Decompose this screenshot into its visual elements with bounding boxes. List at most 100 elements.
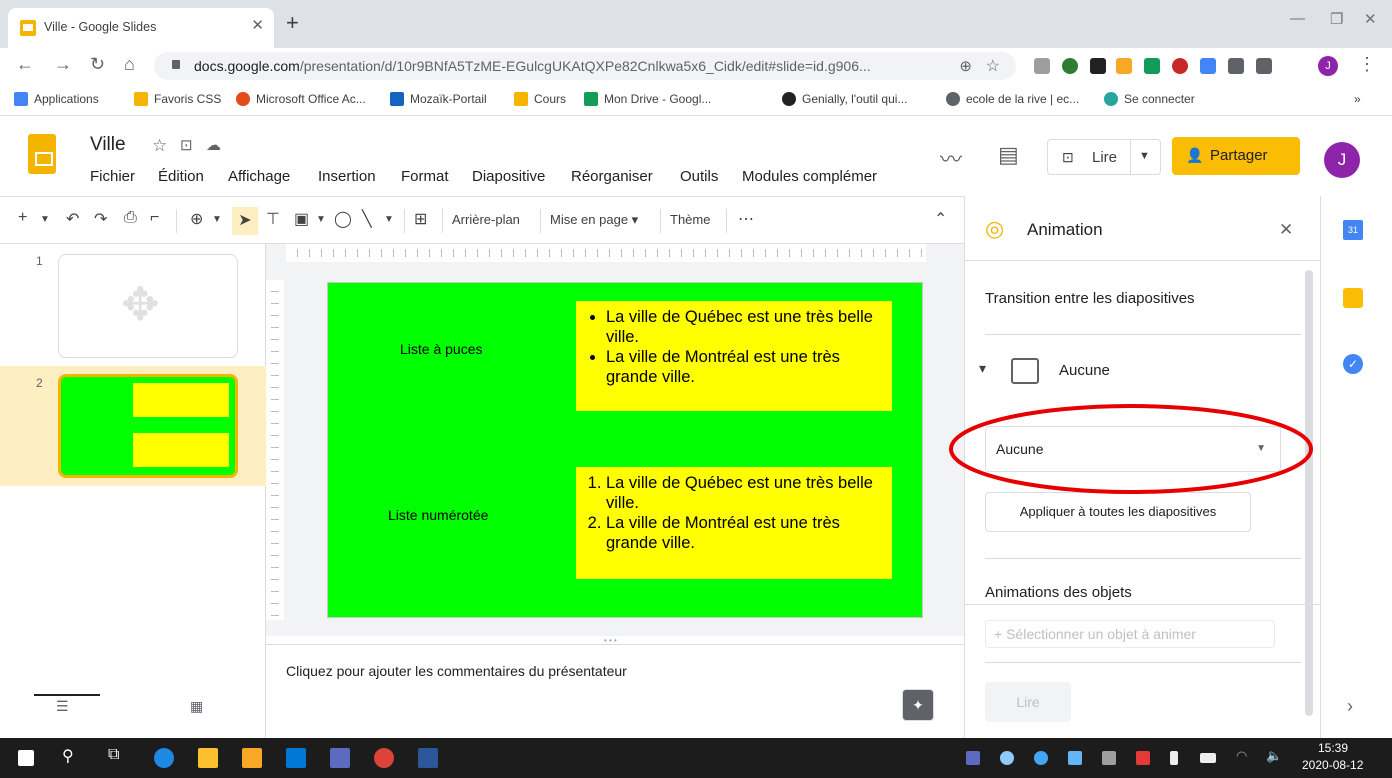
chrome-menu-icon[interactable]: ⋮ (1358, 54, 1376, 75)
slide-canvas[interactable]: Liste à puces La ville de Québec est une… (327, 282, 923, 618)
extension-icon[interactable] (1228, 58, 1244, 74)
microphone-icon[interactable] (1170, 751, 1178, 765)
bookmark-item[interactable]: Favoris CSS (134, 92, 221, 106)
address-bar[interactable]: docs.google.com/presentation/d/10r9BNfA5… (154, 52, 1016, 80)
image-icon[interactable]: ▣ (294, 209, 309, 229)
reload-icon[interactable]: ↻ (90, 54, 105, 75)
bookmark-item[interactable]: Se connecter (1104, 92, 1195, 106)
translate-icon[interactable] (1200, 58, 1216, 74)
bullet-list-textbox[interactable]: La ville de Québec est une très belle vi… (576, 301, 892, 411)
menu-outils[interactable]: Outils (680, 168, 718, 185)
extension-icon[interactable] (1090, 58, 1106, 74)
tray-icon[interactable] (1136, 751, 1150, 765)
menu-affichage[interactable]: Affichage (228, 168, 290, 185)
document-title[interactable]: Ville (90, 134, 126, 156)
cloud-status-icon[interactable]: ☁ (206, 136, 221, 154)
more-options-icon[interactable]: ⋯ (738, 209, 754, 229)
activity-trend-icon[interactable]: 〰 (940, 142, 962, 174)
expand-chevron-icon[interactable]: ▾ (979, 360, 986, 377)
clock-time[interactable]: 15:39 (1318, 741, 1348, 755)
restore-icon[interactable]: ❐ (1330, 10, 1343, 28)
battery-icon[interactable] (1200, 753, 1216, 763)
adblock-icon[interactable] (1172, 58, 1188, 74)
tray-icon[interactable] (1034, 751, 1048, 765)
move-folder-icon[interactable]: ⊡ (180, 136, 193, 154)
line-icon[interactable]: ╲ (362, 209, 372, 229)
calendar-icon[interactable]: 31 (1343, 220, 1363, 240)
bookmark-item[interactable]: Microsoft Office Ac... (236, 92, 366, 106)
sticky-notes-icon[interactable] (198, 748, 218, 768)
redo-icon[interactable]: ↷ (94, 209, 107, 229)
bookmark-item[interactable]: Mon Drive - Googl... (584, 92, 711, 106)
zoom-icon[interactable]: ⊕ (959, 57, 972, 75)
grid-view-icon[interactable]: ▦ (190, 698, 203, 715)
forward-icon[interactable]: → (54, 54, 72, 75)
drive-extension-icon[interactable] (1144, 58, 1160, 74)
collapse-menu-icon[interactable]: ⌃ (934, 209, 947, 229)
menu-modules[interactable]: Modules complémer (742, 168, 898, 185)
bookmark-item[interactable]: Mozaïk-Portail (390, 92, 487, 106)
close-tab-icon[interactable]: ✕ (251, 16, 264, 34)
chrome-icon[interactable] (374, 748, 394, 768)
close-panel-icon[interactable]: ✕ (1279, 220, 1293, 240)
menu-diapositive[interactable]: Diapositive (472, 168, 545, 185)
extension-icon[interactable] (1062, 58, 1078, 74)
edge-icon[interactable] (154, 748, 174, 768)
star-icon[interactable]: ☆ (152, 136, 167, 156)
new-slide-dropdown-icon[interactable]: ▼ (40, 214, 50, 225)
tasks-icon[interactable]: ✓ (1343, 354, 1363, 374)
line-dropdown-icon[interactable]: ▼ (384, 214, 394, 225)
present-dropdown-icon[interactable]: ▼ (1139, 150, 1150, 162)
slide-thumbnail-1[interactable]: ✥ (58, 254, 238, 358)
bookmark-item[interactable]: Genially, l'outil qui... (782, 92, 907, 106)
slide-thumbnail-2[interactable] (58, 374, 238, 478)
new-slide-icon[interactable]: + (18, 209, 27, 227)
extension-icon[interactable] (1034, 58, 1050, 74)
wifi-icon[interactable]: ◠ (1236, 748, 1247, 764)
transition-current[interactable]: Aucune (1059, 362, 1110, 379)
new-tab-icon[interactable]: + (286, 12, 299, 34)
bookmark-item[interactable]: Cours (514, 92, 566, 106)
layout-button[interactable]: Mise en page ▾ (550, 212, 638, 228)
zoom-dropdown-icon[interactable]: ▼ (212, 214, 222, 225)
window-close-icon[interactable]: ✕ (1364, 10, 1377, 28)
bookmark-applications[interactable]: Applications (14, 92, 99, 106)
windows-start-icon[interactable] (18, 750, 34, 766)
add-comment-icon[interactable]: ⊞ (414, 209, 427, 229)
comments-icon[interactable]: ▤ (998, 142, 1019, 168)
minimize-icon[interactable]: — (1290, 10, 1305, 27)
search-icon[interactable]: ⚲ (62, 746, 74, 766)
task-view-icon[interactable]: ⧉ (108, 746, 119, 764)
explore-icon[interactable]: ✦ (902, 689, 934, 721)
tray-icon[interactable] (1102, 751, 1116, 765)
present-button[interactable]: ⊡ Lire ▼ (1047, 139, 1161, 175)
clock-date[interactable]: 2020-08-12 (1302, 758, 1363, 772)
menu-reorganiser[interactable]: Réorganiser (571, 168, 653, 185)
notes-placeholder[interactable]: Cliquez pour ajouter les commentaires du… (286, 663, 627, 679)
bullet-list-label[interactable]: Liste à puces (400, 341, 483, 357)
back-icon[interactable]: ← (16, 54, 34, 75)
bookmarks-overflow-icon[interactable]: » (1354, 92, 1361, 106)
background-button[interactable]: Arrière-plan (452, 212, 520, 227)
print-icon[interactable]: ⎙ (124, 209, 137, 227)
share-button[interactable]: 👤 Partager (1172, 137, 1300, 175)
volume-icon[interactable]: 🔈 (1266, 748, 1282, 764)
keep-icon[interactable] (1343, 288, 1363, 308)
teams-icon[interactable] (330, 748, 350, 768)
word-icon[interactable] (418, 748, 438, 768)
menu-fichier[interactable]: Fichier (90, 168, 135, 185)
menu-insertion[interactable]: Insertion (318, 168, 376, 185)
paint-format-icon[interactable]: ⌐ (150, 209, 159, 227)
profile-avatar[interactable]: J (1318, 56, 1338, 76)
menu-format[interactable]: Format (401, 168, 449, 185)
filmstrip-view-icon[interactable]: ☰ (56, 698, 69, 715)
bookmark-star-icon[interactable]: ☆ (986, 56, 1000, 76)
zoom-icon[interactable]: ⊕ (190, 209, 203, 229)
extension-icon[interactable] (1116, 58, 1132, 74)
slides-logo-icon[interactable] (28, 134, 56, 174)
textbox-icon[interactable]: ⊤ (266, 209, 280, 229)
home-icon[interactable]: ⌂ (124, 54, 135, 75)
numbered-list-textbox[interactable]: La ville de Québec est une très belle vi… (576, 467, 892, 579)
shape-icon[interactable]: ◯ (334, 209, 352, 229)
file-explorer-icon[interactable] (242, 748, 262, 768)
